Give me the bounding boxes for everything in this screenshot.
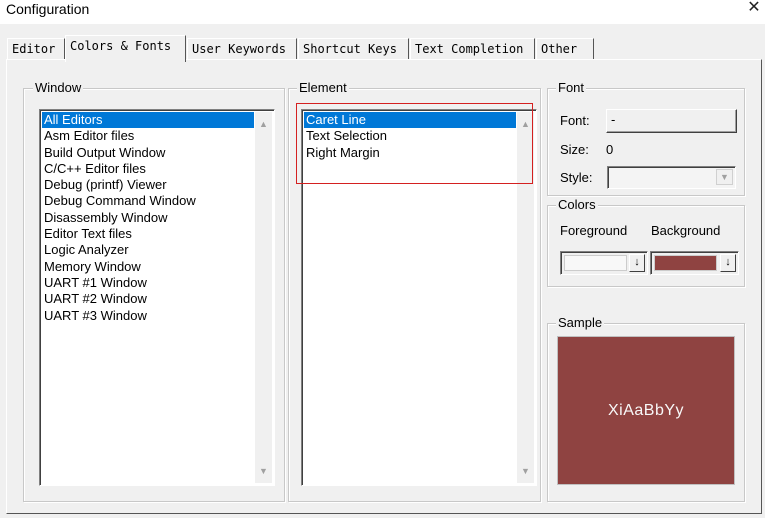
scroll-up-arrow-icon[interactable]: ▲ bbox=[517, 116, 534, 132]
tab-editor[interactable]: Editor bbox=[7, 38, 65, 60]
dropdown-arrow-icon[interactable]: ↓ bbox=[720, 254, 736, 272]
background-color-swatch bbox=[654, 255, 717, 271]
scroll-down-arrow-icon[interactable]: ▼ bbox=[255, 463, 272, 479]
list-item[interactable]: C/C++ Editor files bbox=[42, 161, 254, 177]
tab-text-completion[interactable]: Text Completion bbox=[410, 38, 535, 60]
list-item[interactable]: Debug Command Window bbox=[42, 193, 254, 209]
window-listbox[interactable]: All Editors Asm Editor files Build Outpu… bbox=[39, 109, 275, 486]
list-item[interactable]: UART #1 Window bbox=[42, 275, 254, 291]
dropdown-arrow-icon[interactable]: ↓ bbox=[629, 254, 645, 272]
font-group-legend: Font bbox=[556, 80, 587, 96]
sample-preview: XiAaBbYy bbox=[557, 336, 735, 485]
list-item[interactable]: Debug (printf) Viewer bbox=[42, 177, 254, 193]
size-value: 0 bbox=[606, 142, 614, 157]
list-item[interactable]: Disassembly Window bbox=[42, 210, 254, 226]
list-item[interactable]: All Editors bbox=[42, 112, 254, 129]
list-item[interactable]: Caret Line bbox=[304, 112, 516, 129]
style-label: Style: bbox=[560, 170, 593, 185]
sample-group-legend: Sample bbox=[556, 315, 605, 331]
element-listbox[interactable]: Caret Line Text Selection Right Margin ▲… bbox=[301, 109, 537, 486]
foreground-color-picker[interactable]: ↓ bbox=[560, 251, 648, 275]
element-group-legend: Element bbox=[297, 80, 349, 96]
list-item[interactable]: Memory Window bbox=[42, 259, 254, 275]
background-color-picker[interactable]: ↓ bbox=[650, 251, 739, 275]
size-label: Size: bbox=[560, 142, 589, 157]
close-icon[interactable]: ✕ bbox=[744, 0, 764, 18]
list-item[interactable]: Asm Editor files bbox=[42, 128, 254, 144]
scroll-down-arrow-icon[interactable]: ▼ bbox=[517, 463, 534, 479]
font-select-button[interactable]: - bbox=[606, 109, 737, 133]
window-title: Configuration bbox=[6, 1, 90, 17]
element-list-scrollbar[interactable]: ▲ ▼ bbox=[517, 112, 534, 483]
scroll-up-arrow-icon[interactable]: ▲ bbox=[255, 116, 272, 132]
list-item[interactable]: Editor Text files bbox=[42, 226, 254, 242]
foreground-color-swatch bbox=[564, 255, 627, 271]
window-list: All Editors Asm Editor files Build Outpu… bbox=[42, 112, 254, 324]
tab-user-keywords[interactable]: User Keywords bbox=[187, 38, 297, 60]
tab-colors-fonts[interactable]: Colors & Fonts bbox=[65, 35, 186, 62]
window-list-scrollbar[interactable]: ▲ ▼ bbox=[255, 112, 272, 483]
tab-shortcut-keys[interactable]: Shortcut Keys bbox=[298, 38, 409, 60]
list-item[interactable]: Text Selection bbox=[304, 128, 516, 144]
window-group-legend: Window bbox=[33, 80, 84, 96]
sample-text: XiAaBbYy bbox=[607, 401, 685, 419]
tab-strip: Editor Colors & Fonts User Keywords Shor… bbox=[0, 32, 765, 62]
dropdown-arrow-icon[interactable]: ▼ bbox=[716, 169, 733, 185]
list-item[interactable]: UART #2 Window bbox=[42, 291, 254, 307]
colors-group-legend: Colors bbox=[556, 197, 598, 213]
list-item[interactable]: Logic Analyzer bbox=[42, 242, 254, 258]
font-label: Font: bbox=[560, 113, 590, 128]
list-item[interactable]: Right Margin bbox=[304, 145, 516, 161]
title-bar: Configuration ✕ bbox=[0, 0, 765, 24]
foreground-label: Foreground bbox=[560, 223, 628, 238]
style-combobox[interactable]: ▼ bbox=[607, 166, 736, 189]
tab-other[interactable]: Other bbox=[536, 38, 594, 60]
element-list: Caret Line Text Selection Right Margin bbox=[304, 112, 516, 161]
list-item[interactable]: Build Output Window bbox=[42, 145, 254, 161]
list-item[interactable]: UART #3 Window bbox=[42, 308, 254, 324]
background-label: Background bbox=[651, 223, 721, 238]
